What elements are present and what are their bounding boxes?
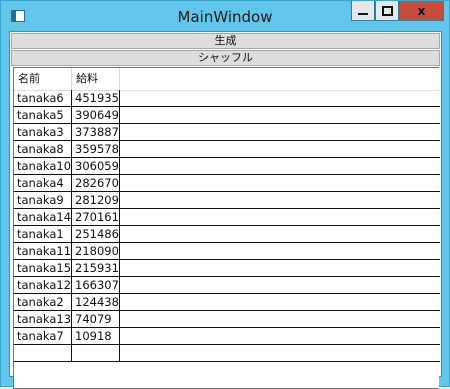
close-icon: x xyxy=(417,3,426,18)
cell-name[interactable]: tanaka9 xyxy=(14,192,72,209)
cell-name[interactable]: tanaka15 xyxy=(14,260,72,277)
table-row[interactable]: tanaka9 281209 xyxy=(14,192,440,209)
maximize-icon xyxy=(381,5,393,16)
maximize-button[interactable] xyxy=(375,1,399,21)
cell-salary[interactable]: 215931 xyxy=(72,260,120,277)
cell-salary[interactable]: 10918 xyxy=(72,328,120,345)
column-header-salary[interactable]: 給料 xyxy=(72,68,120,90)
table-row[interactable] xyxy=(14,345,440,362)
column-header-name[interactable]: 名前 xyxy=(14,68,72,90)
table-row[interactable]: tanaka8 359578 xyxy=(14,141,440,158)
table-row[interactable]: tanaka11 218090 xyxy=(14,243,440,260)
cell-salary[interactable]: 166307 xyxy=(72,277,120,294)
cell-name[interactable]: tanaka7 xyxy=(14,328,72,345)
grid-header: 名前 給料 xyxy=(14,68,440,91)
cell-salary[interactable]: 390649 xyxy=(72,107,120,124)
cell-salary[interactable]: 124438 xyxy=(72,294,120,311)
client-area: 生成 シャッフル 名前 給料 tanaka6 451935 tanaka5 39064… xyxy=(9,31,442,389)
generate-button[interactable]: 生成 xyxy=(11,33,440,49)
cell-salary[interactable]: 281209 xyxy=(72,192,120,209)
table-row[interactable]: tanaka15 215931 xyxy=(14,260,440,277)
cell-name[interactable]: tanaka10 xyxy=(14,158,72,175)
table-row[interactable]: tanaka4 282670 xyxy=(14,175,440,192)
table-row[interactable]: tanaka6 451935 xyxy=(14,90,440,107)
table-row[interactable]: tanaka13 74079 xyxy=(14,311,440,328)
cell-salary[interactable]: 282670 xyxy=(72,175,120,192)
cell-name[interactable]: tanaka2 xyxy=(14,294,72,311)
cell-salary[interactable]: 74079 xyxy=(72,311,120,328)
cell-name[interactable]: tanaka14 xyxy=(14,209,72,226)
title-bar[interactable]: MainWindow x xyxy=(1,1,449,31)
cell-name[interactable] xyxy=(14,345,72,362)
cell-name[interactable]: tanaka11 xyxy=(14,243,72,260)
minimize-icon xyxy=(358,12,368,15)
cell-name[interactable]: tanaka13 xyxy=(14,311,72,328)
cell-name[interactable]: tanaka8 xyxy=(14,141,72,158)
cell-salary[interactable]: 359578 xyxy=(72,141,120,158)
table-row[interactable]: tanaka3 373887 xyxy=(14,124,440,141)
cell-salary[interactable]: 306059 xyxy=(72,158,120,175)
cell-salary[interactable]: 251486 xyxy=(72,226,120,243)
table-row[interactable]: tanaka7 10918 xyxy=(14,328,440,345)
table-row[interactable]: tanaka1 251486 xyxy=(14,226,440,243)
cell-name[interactable]: tanaka3 xyxy=(14,124,72,141)
cell-name[interactable]: tanaka4 xyxy=(14,175,72,192)
cell-name[interactable]: tanaka5 xyxy=(14,107,72,124)
table-row[interactable]: tanaka14 270161 xyxy=(14,209,440,226)
cell-name[interactable]: tanaka6 xyxy=(14,90,72,107)
table-row[interactable]: tanaka5 390649 xyxy=(14,107,440,124)
cell-salary[interactable]: 270161 xyxy=(72,209,120,226)
table-row[interactable]: tanaka2 124438 xyxy=(14,294,440,311)
shuffle-button[interactable]: シャッフル xyxy=(11,50,440,66)
close-button[interactable]: x xyxy=(399,1,444,21)
table-row[interactable]: tanaka10 306059 xyxy=(14,158,440,175)
cell-salary[interactable]: 373887 xyxy=(72,124,120,141)
cell-name[interactable]: tanaka12 xyxy=(14,277,72,294)
cell-name[interactable]: tanaka1 xyxy=(14,226,72,243)
cell-salary[interactable]: 218090 xyxy=(72,243,120,260)
minimize-button[interactable] xyxy=(351,1,375,21)
cell-salary[interactable]: 451935 xyxy=(72,90,120,107)
main-window: MainWindow x 生成 シャッフル 名前 給料 tanaka6 45193… xyxy=(0,0,450,389)
data-grid[interactable]: 名前 給料 tanaka6 451935 tanaka5 390649 tanaka3 3… xyxy=(13,67,440,389)
cell-salary[interactable] xyxy=(72,345,120,362)
table-row[interactable]: tanaka12 166307 xyxy=(14,277,440,294)
